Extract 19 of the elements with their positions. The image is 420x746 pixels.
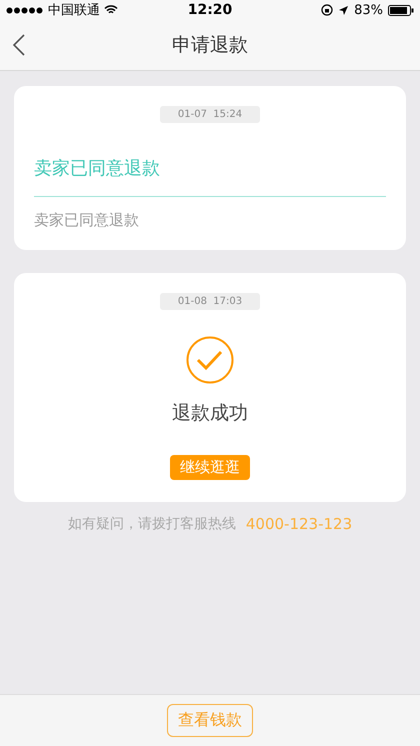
check-circle-icon	[186, 336, 234, 384]
status-text: 卖家已同意退款	[34, 211, 140, 230]
hotline-label: 如有疑问，请拨打客服热线	[68, 515, 236, 533]
wifi-icon	[104, 5, 118, 15]
view-money-button[interactable]: 查看钱款	[167, 704, 253, 737]
signal-icon	[6, 6, 44, 14]
timestamp: 01-08 17:03	[160, 293, 260, 310]
battery-percent: 83%	[354, 2, 384, 18]
success-heading: 退款成功	[172, 401, 248, 426]
clock-time: 12:20	[188, 2, 232, 18]
status-heading: 卖家已同意退款	[34, 157, 161, 180]
hotline-link[interactable]: 4000-123-123	[246, 515, 352, 533]
continue-shopping-button[interactable]: 继续逛逛	[170, 455, 250, 480]
battery-icon	[388, 4, 414, 16]
rotation-lock-icon	[321, 4, 334, 16]
location-arrow-icon	[338, 4, 350, 16]
timestamp: 01-07 15:24	[160, 106, 260, 123]
carrier-name: 中国联通	[48, 2, 100, 19]
page-title: 申请退款	[172, 33, 248, 58]
